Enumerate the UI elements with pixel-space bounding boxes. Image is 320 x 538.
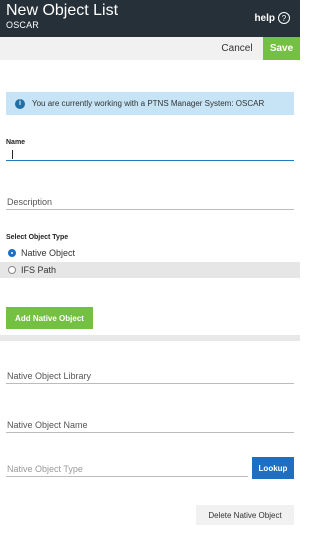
radio-ifs-path[interactable]: IFS Path [0, 262, 300, 278]
lookup-button[interactable]: Lookup [252, 457, 294, 479]
save-button[interactable]: Save [263, 37, 300, 60]
name-field[interactable] [6, 147, 294, 161]
radio-selected-icon [8, 249, 16, 257]
help-label: help [254, 12, 275, 24]
cancel-button[interactable]: Cancel [212, 37, 262, 60]
native-object-type-field[interactable]: Native Object Type [6, 462, 248, 477]
object-type-label: Select Object Type [6, 234, 69, 241]
system-subtitle: OSCAR [6, 20, 40, 30]
radio-native-object-label: Native Object [21, 248, 76, 258]
radio-ifs-path-label: IFS Path [21, 265, 57, 275]
action-bar: Cancel Save [0, 37, 300, 60]
info-icon: i [15, 98, 25, 109]
native-object-type-label: Native Object Type [7, 464, 83, 474]
app-header: New Object List OSCAR help ? [0, 0, 300, 37]
help-link[interactable]: help ? [254, 12, 290, 24]
native-object-library-label: Native Object Library [7, 371, 92, 381]
radio-native-object[interactable]: Native Object [0, 245, 300, 261]
info-text: You are currently working with a PTNS Ma… [32, 99, 265, 108]
native-object-library-field[interactable]: Native Object Library [6, 369, 294, 384]
native-object-name-field[interactable]: Native Object Name [6, 418, 294, 433]
text-cursor [12, 150, 13, 159]
description-label: Description [7, 197, 53, 207]
name-label: Name [6, 139, 26, 146]
section-divider [0, 335, 300, 341]
description-field[interactable]: Description [6, 195, 294, 210]
radio-unselected-icon [8, 266, 16, 274]
delete-native-object-button[interactable]: Delete Native Object [196, 505, 294, 525]
page-title: New Object List [6, 2, 119, 19]
add-native-object-button[interactable]: Add Native Object [6, 307, 93, 329]
help-icon: ? [278, 12, 290, 24]
native-object-name-label: Native Object Name [7, 420, 88, 430]
info-banner: i You are currently working with a PTNS … [6, 92, 294, 115]
